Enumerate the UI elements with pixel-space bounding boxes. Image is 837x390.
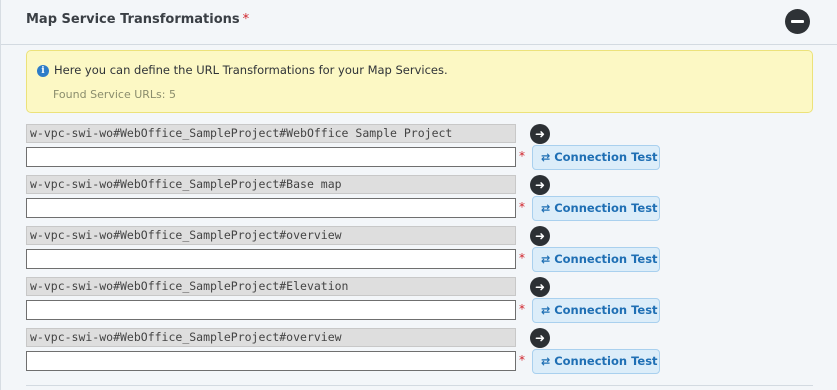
source-url-field: w-vpc-swi-wo#WebOffice_SampleProject#ove… (26, 328, 516, 347)
required-marker: * (242, 12, 250, 27)
transformation-row: w-vpc-swi-wo#WebOffice_SampleProject#Ele… (26, 277, 666, 327)
transformation-row: w-vpc-swi-wo#WebOffice_SampleProject#Web… (26, 124, 666, 174)
copy-url-button[interactable]: ➜ (530, 124, 550, 144)
arrow-right-icon: ➜ (534, 280, 546, 294)
target-url-input[interactable] (26, 300, 516, 320)
copy-url-button[interactable]: ➜ (530, 328, 550, 348)
collapse-section-button[interactable] (785, 9, 810, 34)
connection-test-button[interactable]: ⇄ Connection Test (532, 298, 660, 323)
target-url-input[interactable] (26, 249, 516, 269)
exchange-icon: ⇄ (541, 304, 551, 317)
transformation-row: w-vpc-swi-wo#WebOffice_SampleProject#Bas… (26, 175, 666, 225)
connection-test-button[interactable]: ⇄ Connection Test (532, 196, 660, 221)
required-marker: * (519, 302, 525, 316)
required-marker: * (519, 149, 525, 163)
target-url-input[interactable] (26, 198, 516, 218)
exchange-icon: ⇄ (541, 202, 551, 215)
connection-test-label: Connection Test (554, 252, 658, 266)
transformation-row: w-vpc-swi-wo#WebOffice_SampleProject#ove… (26, 226, 666, 276)
connection-test-label: Connection Test (554, 354, 658, 368)
arrow-right-icon: ➜ (534, 229, 546, 243)
required-marker: * (519, 353, 525, 367)
section-header: Map Service Transformations * (1, 0, 837, 45)
exchange-icon: ⇄ (541, 151, 551, 164)
connection-test-button[interactable]: ⇄ Connection Test (532, 247, 660, 272)
info-message: Here you can define the URL Transformati… (54, 63, 448, 77)
section-title: Map Service Transformations * (26, 12, 249, 27)
copy-url-button[interactable]: ➜ (530, 277, 550, 297)
copy-url-button[interactable]: ➜ (530, 226, 550, 246)
target-url-input[interactable] (26, 147, 516, 167)
source-url-field: w-vpc-swi-wo#WebOffice_SampleProject#Ele… (26, 277, 516, 296)
connection-test-button[interactable]: ⇄ Connection Test (532, 145, 660, 170)
connection-test-button[interactable]: ⇄ Connection Test (532, 349, 660, 374)
copy-url-button[interactable]: ➜ (530, 175, 550, 195)
section-title-text: Map Service Transformations (26, 12, 240, 27)
arrow-right-icon: ➜ (534, 127, 546, 141)
required-marker: * (519, 200, 525, 214)
info-icon: i (37, 65, 49, 77)
source-url-field: w-vpc-swi-wo#WebOffice_SampleProject#Bas… (26, 175, 516, 194)
source-url-field: w-vpc-swi-wo#WebOffice_SampleProject#ove… (26, 226, 516, 245)
exchange-icon: ⇄ (541, 355, 551, 368)
source-url-field: w-vpc-swi-wo#WebOffice_SampleProject#Web… (26, 124, 516, 143)
transformation-row: w-vpc-swi-wo#WebOffice_SampleProject#ove… (26, 328, 666, 378)
section-divider (26, 385, 813, 386)
connection-test-label: Connection Test (554, 150, 658, 164)
required-marker: * (519, 251, 525, 265)
arrow-right-icon: ➜ (534, 331, 546, 345)
connection-test-label: Connection Test (554, 201, 658, 215)
connection-test-label: Connection Test (554, 303, 658, 317)
map-service-transformations-panel: Map Service Transformations * i Here you … (0, 0, 837, 390)
info-box: i Here you can define the URL Transforma… (26, 50, 813, 113)
found-service-urls: Found Service URLs: 5 (53, 88, 176, 101)
exchange-icon: ⇄ (541, 253, 551, 266)
target-url-input[interactable] (26, 351, 516, 371)
arrow-right-icon: ➜ (534, 178, 546, 192)
